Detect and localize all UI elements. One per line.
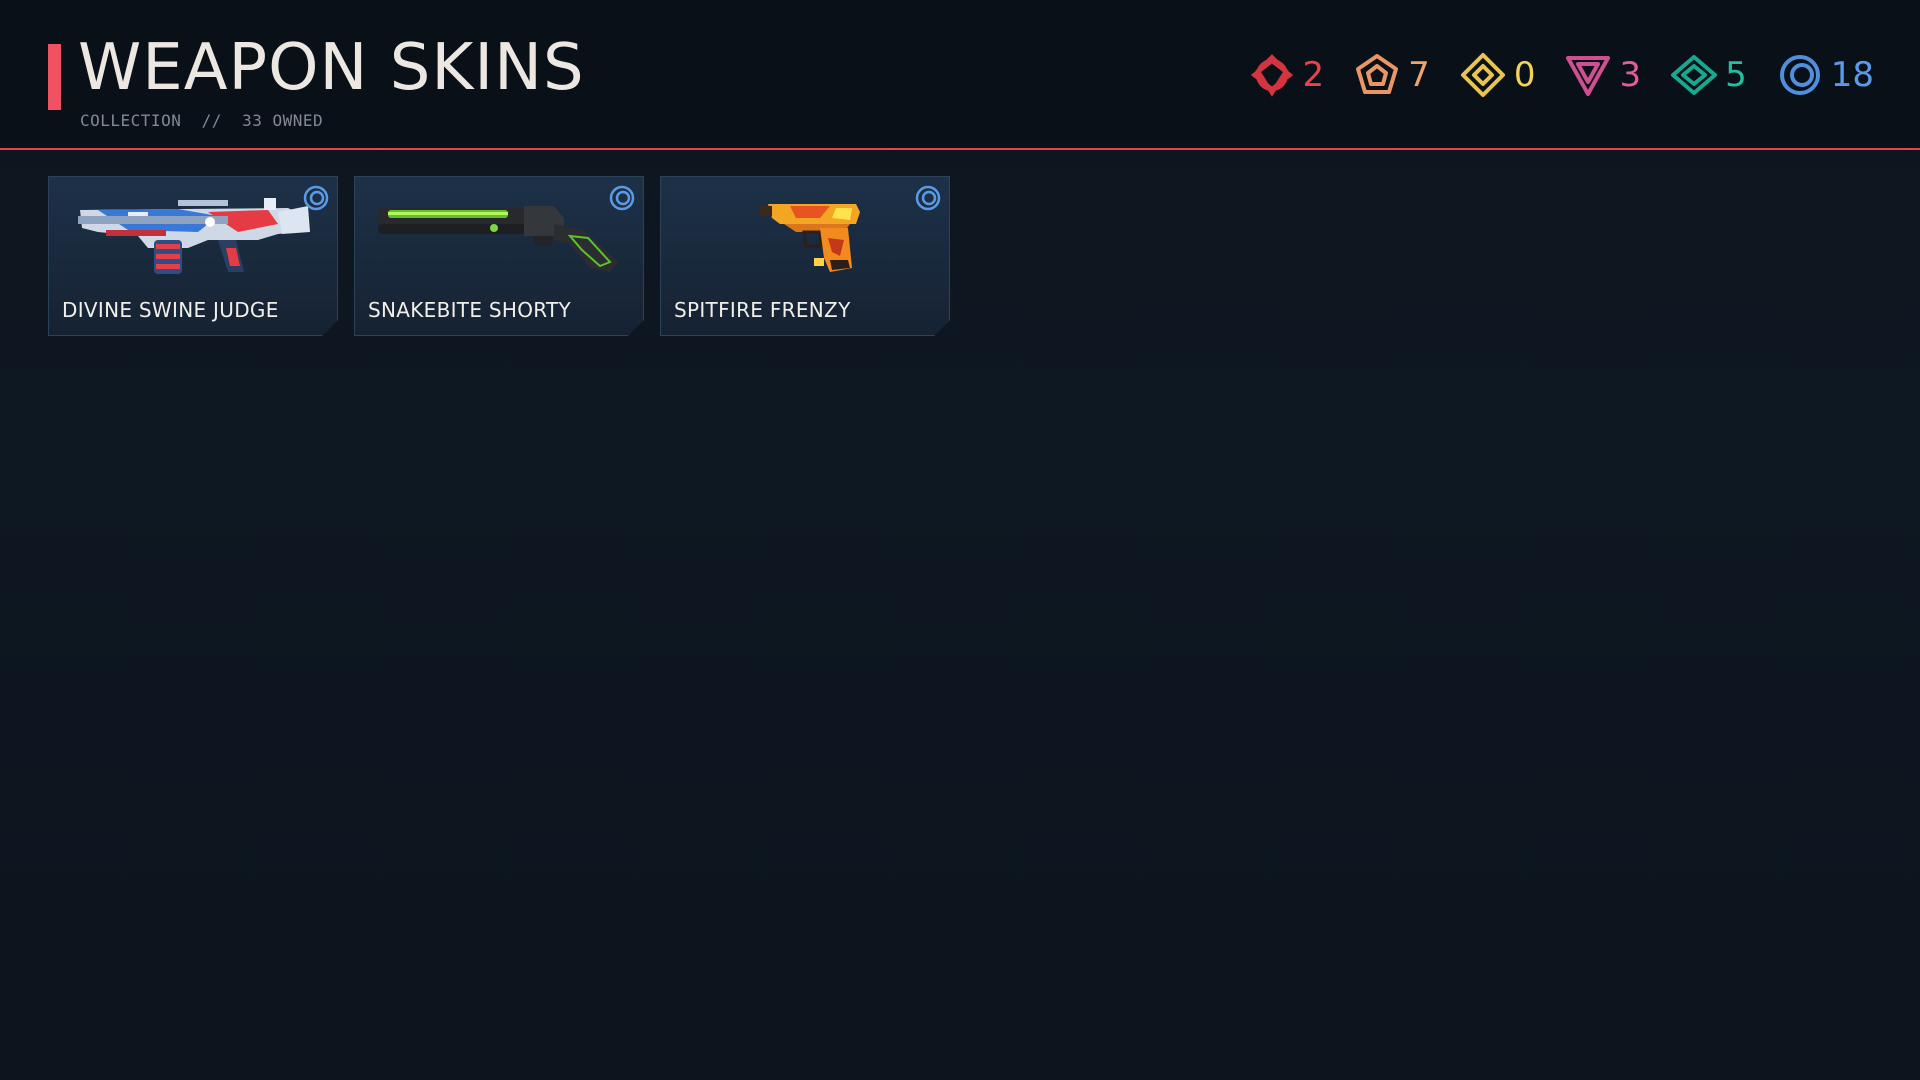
- currency-pink[interactable]: 3: [1565, 52, 1641, 98]
- currency-gold[interactable]: 0: [1460, 52, 1536, 98]
- currency-red[interactable]: 2: [1249, 52, 1325, 98]
- blue-ring-icon: [302, 184, 330, 212]
- skin-name: DIVINE SWINE JUDGE: [62, 298, 279, 322]
- teal-rhombus-icon: [1671, 55, 1718, 95]
- shorty-shotgun-icon: [374, 188, 624, 288]
- blue-ring-icon: [1779, 55, 1820, 95]
- frenzy-pistol-icon: [680, 188, 930, 288]
- currency-teal[interactable]: 5: [1671, 52, 1747, 98]
- skin-grid: DIVINE SWINE JUDGE SNAKEBITE SHORTY SPIT…: [48, 176, 966, 336]
- currency-orange[interactable]: 7: [1354, 52, 1430, 98]
- orange-pentagon-icon: [1356, 54, 1399, 94]
- judge-shotgun-icon: [68, 188, 318, 288]
- currency-orange-count: 7: [1408, 55, 1430, 95]
- blue-ring-icon: [608, 184, 636, 212]
- currency-teal-count: 5: [1725, 55, 1747, 95]
- skin-card[interactable]: SNAKEBITE SHORTY: [354, 176, 644, 336]
- red-knot-icon: [1250, 54, 1293, 97]
- title-accent-bar: [48, 44, 61, 110]
- pink-triangle-icon: [1566, 56, 1611, 96]
- currency-gold-count: 0: [1513, 55, 1536, 95]
- skin-card[interactable]: DIVINE SWINE JUDGE: [48, 176, 338, 336]
- skin-name: SPITFIRE FRENZY: [674, 298, 851, 322]
- currency-blue[interactable]: 18: [1777, 52, 1874, 98]
- blue-ring-icon: [914, 184, 942, 212]
- currency-red-count: 2: [1302, 55, 1325, 95]
- currency-bar: 2 7 0 3 5 18: [1219, 50, 1874, 100]
- gold-diamond-icon: [1460, 53, 1505, 97]
- currency-blue-count: 18: [1830, 55, 1874, 95]
- page-header: WEAPON SKINS COLLECTION // 33 OWNED 2 7 …: [0, 0, 1920, 150]
- skin-card[interactable]: SPITFIRE FRENZY: [660, 176, 950, 336]
- currency-pink-count: 3: [1619, 55, 1642, 95]
- skin-name: SNAKEBITE SHORTY: [368, 298, 572, 322]
- collection-subtitle: COLLECTION // 33 OWNED: [80, 111, 324, 130]
- page-title: WEAPON SKINS: [78, 31, 585, 105]
